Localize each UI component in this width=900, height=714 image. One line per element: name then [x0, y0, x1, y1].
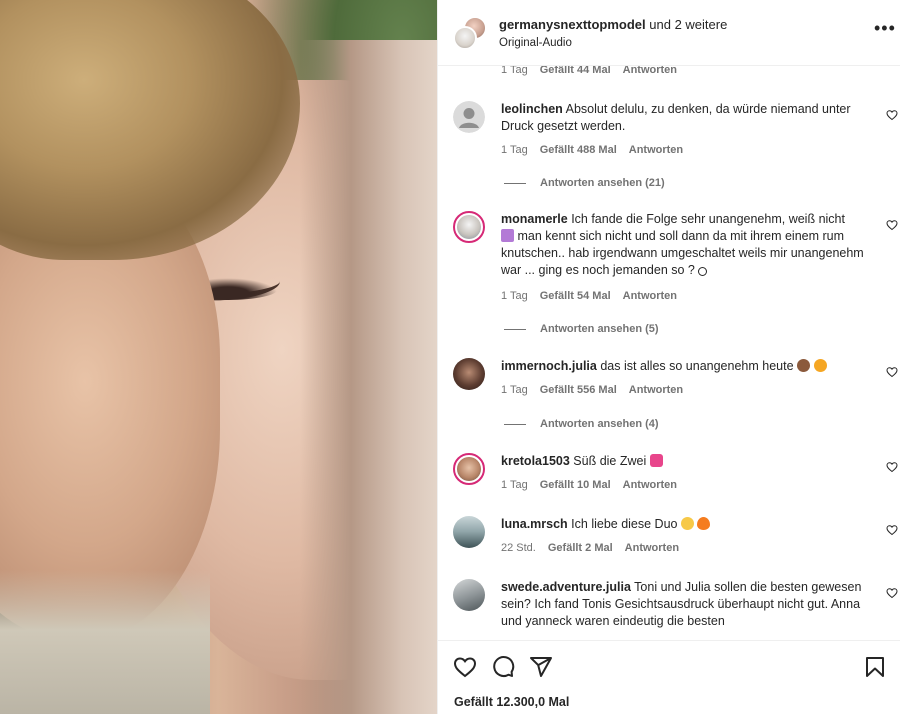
comment-meta: 22 Std. Gefällt 2 Mal Antworten — [501, 542, 679, 554]
avatar[interactable] — [453, 579, 485, 611]
owner-avatars[interactable] — [453, 16, 487, 50]
avatar — [453, 26, 477, 50]
comment-body: Ich liebe diese Duo — [571, 517, 678, 531]
monkey-emoji-icon — [797, 359, 811, 372]
view-replies-button[interactable]: Antworten ansehen (5) — [504, 323, 659, 335]
heart-icon[interactable] — [453, 655, 477, 679]
view-replies-button[interactable]: Antworten ansehen (21) — [504, 177, 665, 189]
divider — [504, 423, 526, 425]
coauthors-text[interactable]: und 2 weitere — [646, 17, 727, 32]
comment-username[interactable]: kretola1503 — [501, 454, 570, 468]
avatar-photo — [453, 358, 485, 390]
reply-button[interactable]: Antworten — [629, 384, 683, 396]
comment-username[interactable]: swede.adventure.julia — [501, 580, 631, 594]
comment-text: monamerle Ich fande die Folge sehr unang… — [501, 211, 873, 279]
heart-icon[interactable] — [886, 219, 898, 231]
comment-time: 22 Std. — [501, 542, 536, 554]
woman-hair — [300, 40, 437, 714]
comment-meta: 1 Tag Gefällt 10 Mal Antworten — [501, 479, 677, 491]
comment-text: kretola1503 Süß die Zwei — [501, 453, 873, 470]
default-avatar-icon — [453, 101, 485, 133]
heart-icon[interactable] — [886, 109, 898, 121]
comment-likes[interactable]: Gefällt 2 Mal — [548, 542, 613, 554]
reply-button[interactable]: Antworten — [623, 479, 677, 491]
view-replies-button[interactable]: Antworten ansehen (4) — [504, 418, 659, 430]
comment-likes[interactable]: Gefällt 556 Mal — [540, 384, 617, 396]
reply-button[interactable]: Antworten — [623, 290, 677, 302]
avatar-photo — [457, 457, 481, 481]
lower-hair-blur — [0, 570, 210, 714]
comment-username[interactable]: luna.mrsch — [501, 517, 568, 531]
avatar-photo — [457, 215, 481, 239]
hearts-emoji-icon — [649, 454, 663, 467]
avatar[interactable] — [453, 453, 485, 485]
avatar[interactable] — [453, 211, 485, 243]
avatar-photo — [453, 516, 485, 548]
owner-line: germanysnexttopmodel und 2 weitere — [499, 17, 727, 32]
post-header: germanysnexttopmodel und 2 weitere Origi… — [438, 0, 900, 66]
owner-username[interactable]: germanysnexttopmodel — [499, 17, 646, 32]
audio-label[interactable]: Original-Audio — [499, 37, 572, 49]
comment-body-continued: man kennt sich nicht und soll dann da mi… — [501, 229, 864, 277]
avatar[interactable] — [453, 101, 485, 133]
divider — [504, 182, 526, 184]
comment-body: das ist alles so unangenehm heute — [600, 359, 794, 373]
avatar-photo — [453, 579, 485, 611]
heart-icon[interactable] — [886, 461, 898, 473]
comment-text: immernoch.julia das ist alles so unangen… — [501, 358, 873, 375]
comment-meta: 1 Tag Gefällt 44 Mal Antworten — [501, 66, 677, 76]
bookmark-icon[interactable] — [863, 655, 887, 679]
comment-icon[interactable] — [491, 655, 515, 679]
comment-likes[interactable]: Gefällt 54 Mal — [540, 290, 611, 302]
view-replies-label: Antworten ansehen (21) — [540, 177, 665, 189]
comment-text: swede.adventure.julia Toni und Julia sol… — [501, 579, 873, 630]
post-image[interactable] — [0, 0, 437, 714]
comment-meta: 1 Tag Gefällt 556 Mal Antworten — [501, 384, 683, 396]
heart-icon[interactable] — [886, 587, 898, 599]
post-side-panel: germanysnexttopmodel und 2 weitere Origi… — [437, 0, 900, 714]
face-emoji-icon — [813, 359, 827, 372]
comment-time: 1 Tag — [501, 290, 528, 302]
comment-username[interactable]: monamerle — [501, 212, 568, 226]
comment-likes[interactable]: Gefällt 44 Mal — [540, 66, 611, 76]
comment-likes[interactable]: Gefällt 488 Mal — [540, 144, 617, 156]
heart-eyes-emoji-icon — [680, 517, 694, 530]
comments-list[interactable]: 1 Tag Gefällt 44 Mal Antworten leolinche… — [438, 66, 900, 640]
reply-button[interactable]: Antworten — [625, 542, 679, 554]
view-replies-label: Antworten ansehen (5) — [540, 323, 659, 335]
comment-body: Süß die Zwei — [573, 454, 647, 468]
comment-text: luna.mrsch Ich liebe diese Duo — [501, 516, 873, 533]
avatar[interactable] — [453, 516, 485, 548]
comment-text: leolinchen Absolut delulu, zu denken, da… — [501, 101, 873, 135]
reply-button[interactable]: Antworten — [629, 144, 683, 156]
heart-icon[interactable] — [886, 524, 898, 536]
comment-body: Ich fande die Folge sehr unangenehm, wei… — [571, 212, 845, 226]
avatar[interactable] — [453, 358, 485, 390]
comment-time: 1 Tag — [501, 144, 528, 156]
heart-icon[interactable] — [886, 366, 898, 378]
fire-emoji-icon — [697, 517, 711, 530]
emoji-icon — [501, 229, 514, 242]
divider — [504, 328, 526, 330]
comment-username[interactable]: leolinchen — [501, 102, 563, 116]
view-replies-label: Antworten ansehen (4) — [540, 418, 659, 430]
reply-button[interactable]: Antworten — [623, 66, 677, 76]
likes-count[interactable]: Gefällt 12.300,0 Mal — [454, 695, 569, 709]
comment-username[interactable]: immernoch.julia — [501, 359, 597, 373]
comment-time: 1 Tag — [501, 384, 528, 396]
more-options-icon[interactable]: ••• — [874, 18, 896, 39]
emoji-icon — [698, 267, 708, 276]
comment-meta: 1 Tag Gefällt 54 Mal Antworten — [501, 290, 677, 302]
comment-time: 1 Tag — [501, 479, 528, 491]
post-actions: Gefällt 12.300,0 Mal — [438, 640, 900, 714]
paper-plane-icon[interactable] — [529, 655, 553, 679]
comment-meta: 1 Tag Gefällt 488 Mal Antworten — [501, 144, 683, 156]
comment-likes[interactable]: Gefällt 10 Mal — [540, 479, 611, 491]
comment-time: 1 Tag — [501, 66, 528, 76]
